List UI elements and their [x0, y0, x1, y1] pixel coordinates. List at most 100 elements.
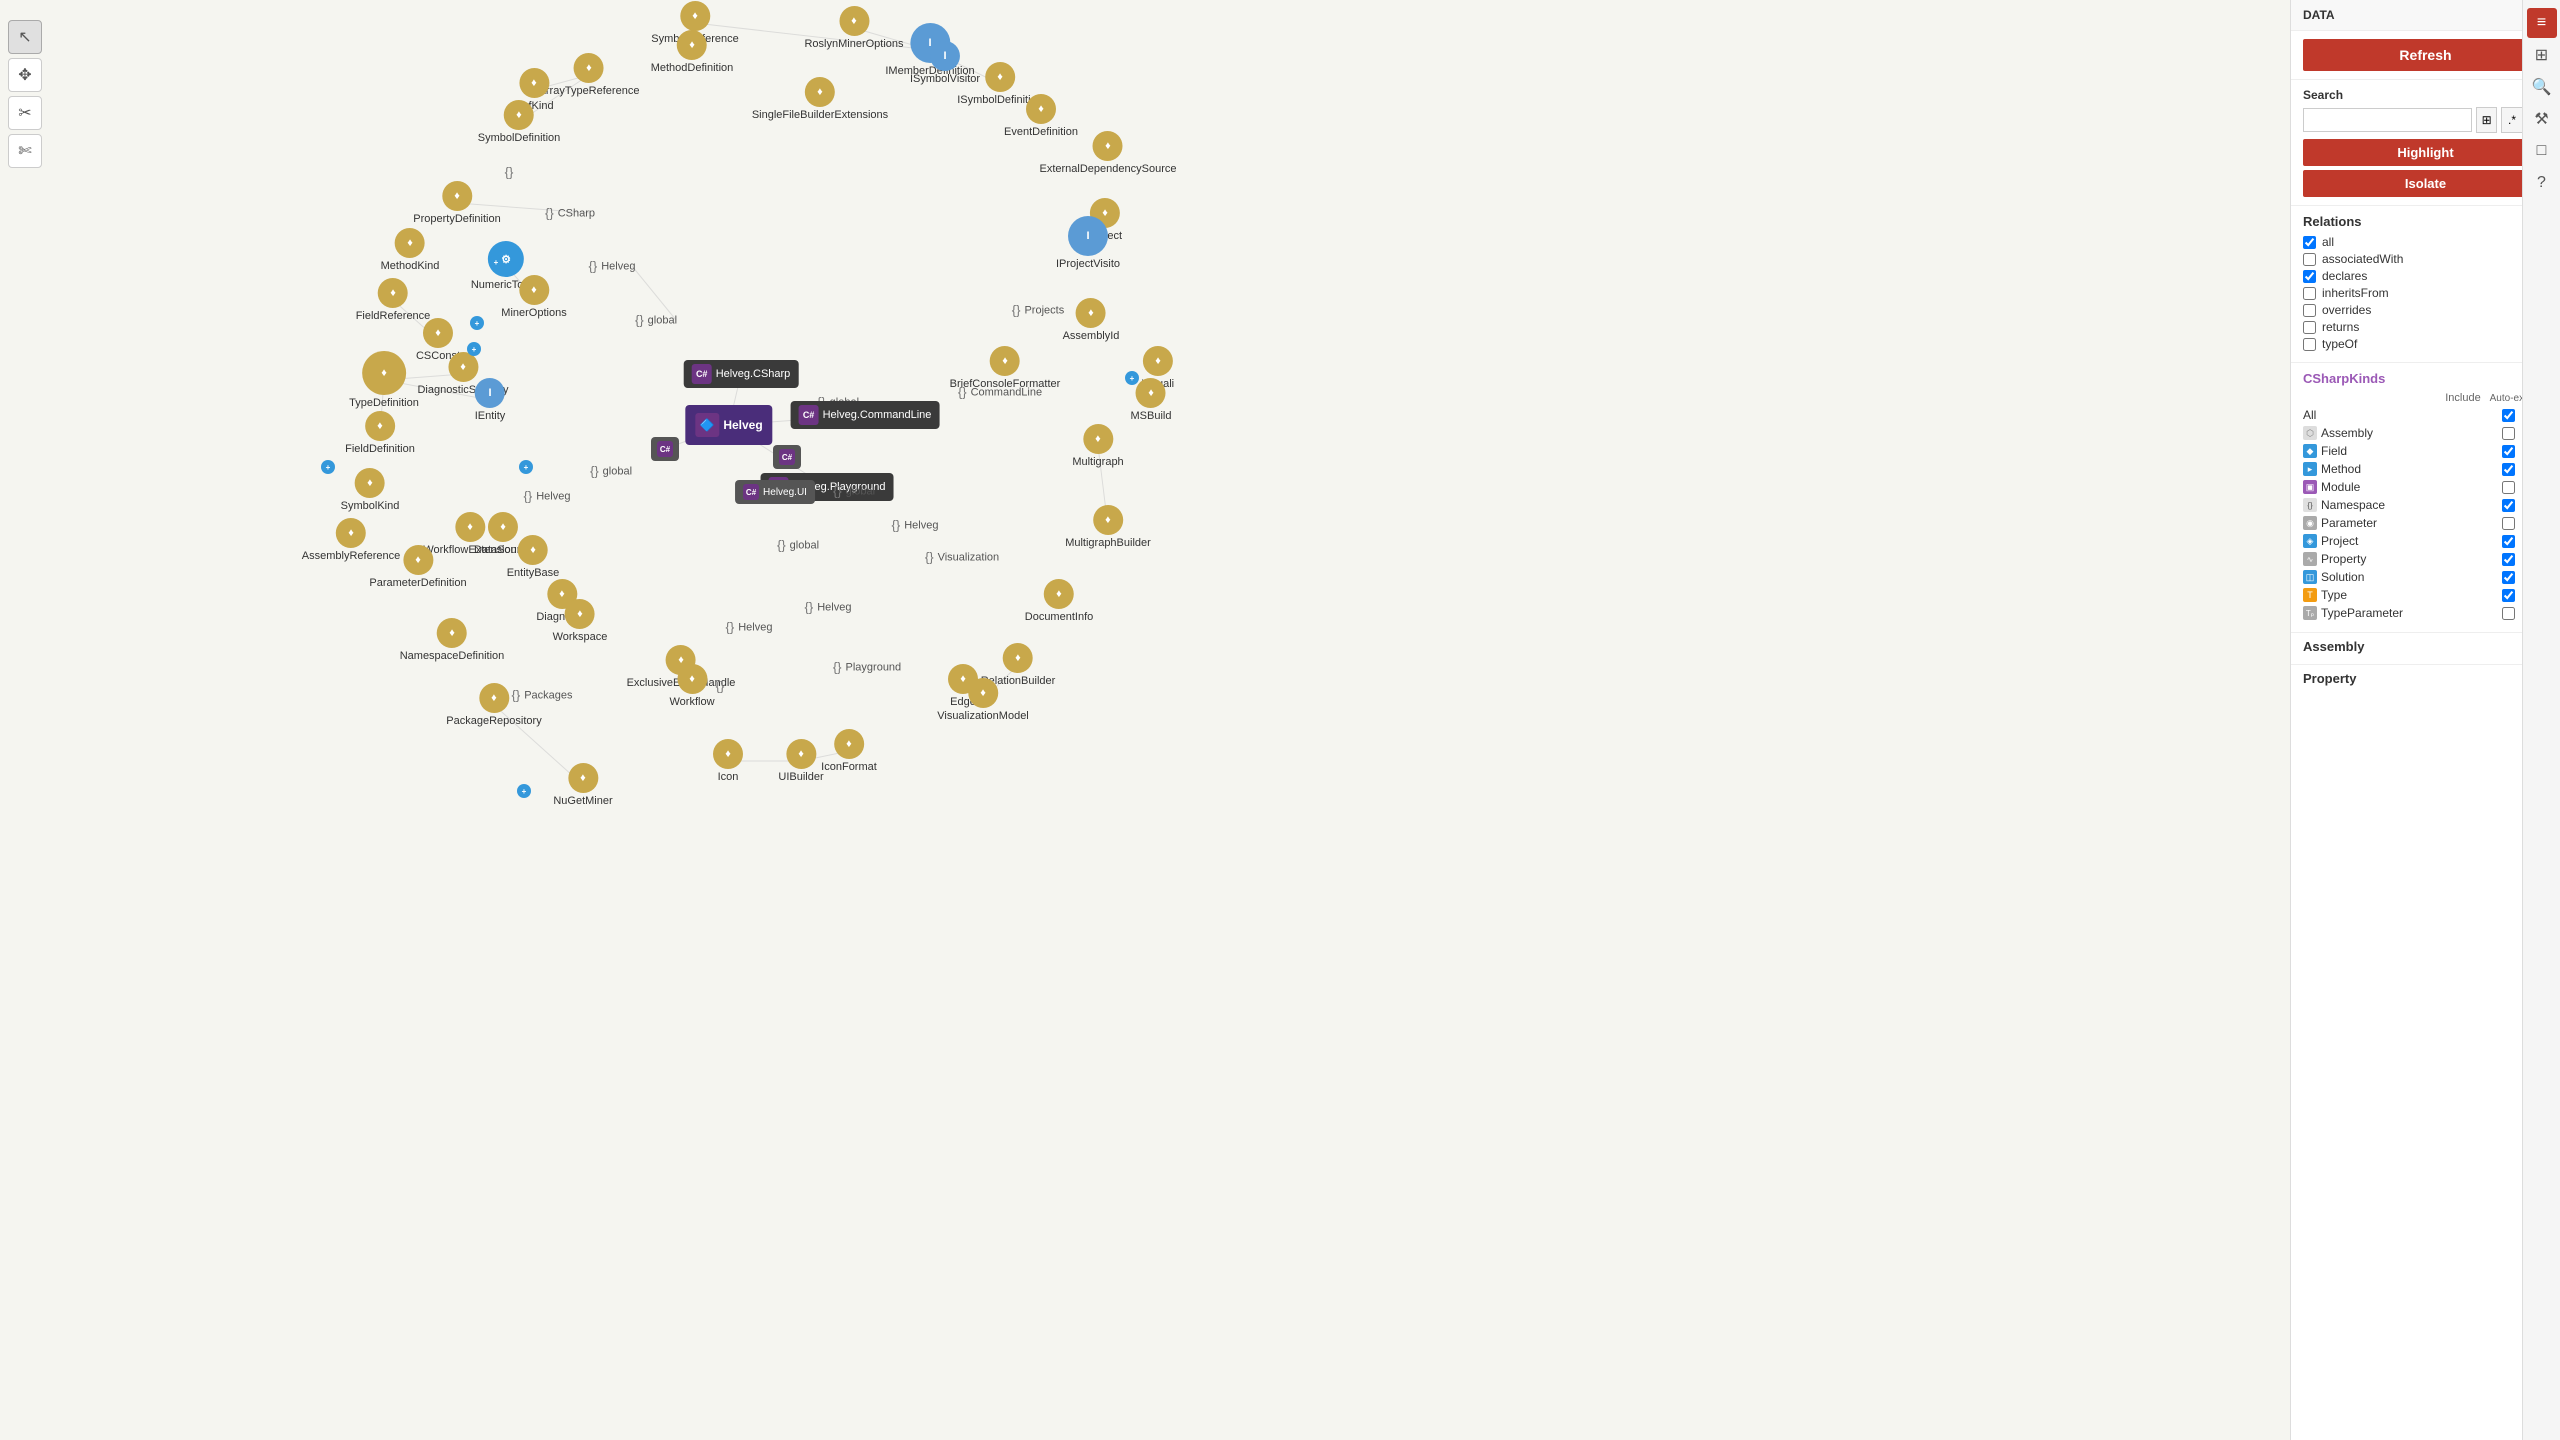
kind-parameter: ◉ Parameter — [2303, 516, 2548, 530]
node-field-reference[interactable]: ♦ FieldReference — [356, 278, 431, 322]
node-global-ns5[interactable]: {} global — [833, 484, 875, 499]
node-anon-ns[interactable]: {} — [505, 165, 514, 180]
move-tool[interactable]: ✥ — [8, 58, 42, 92]
node-multigraph[interactable]: ♦ Multigraph — [1072, 424, 1123, 468]
node-workspace[interactable]: ♦ Workspace — [553, 599, 608, 643]
strip-icon-help[interactable]: ? — [2527, 168, 2557, 198]
kind-property: ∿ Property — [2303, 552, 2548, 566]
node-helveg-commandline[interactable]: C# Helveg.CommandLine — [791, 401, 940, 429]
node-helveg-ns3[interactable]: {} Helveg — [892, 518, 939, 533]
strip-icon-graph[interactable]: ⊞ — [2527, 40, 2557, 70]
kind-module-include[interactable] — [2502, 481, 2515, 494]
node-csharp-sm1[interactable]: C# — [651, 437, 679, 461]
node-symbol-definition[interactable]: ♦ SymbolDefinition — [478, 100, 561, 144]
node-ientity[interactable]: I IEntity — [475, 378, 506, 422]
node-type-definition[interactable]: ♦ TypeDefinition — [349, 351, 419, 409]
kind-parameter-include[interactable] — [2502, 517, 2515, 530]
kind-project-include[interactable] — [2502, 535, 2515, 548]
node-projects-ns[interactable]: {} Projects — [1012, 303, 1064, 318]
cut-tool-2[interactable]: ✄ — [8, 134, 42, 168]
kind-assembly-include[interactable] — [2502, 427, 2515, 440]
node-helveg-ns1[interactable]: {} Helveg — [589, 259, 636, 274]
graph-canvas[interactable]: ↖ ✥ ✂ ✄ ♦ SymbolReference ♦ MethodDefini… — [0, 0, 2290, 1440]
highlight-button[interactable]: Highlight — [2303, 139, 2548, 166]
graph-nodes: ♦ SymbolReference ♦ MethodDefinition ♦ R… — [0, 0, 2290, 1440]
node-miner-options[interactable]: ♦ MinerOptions — [501, 275, 566, 319]
kind-property-include[interactable] — [2502, 553, 2515, 566]
relation-typeof-checkbox[interactable] — [2303, 338, 2316, 351]
relation-overrides-checkbox[interactable] — [2303, 304, 2316, 317]
kind-all-include[interactable] — [2502, 409, 2515, 422]
node-csharp-ns[interactable]: {} CSharp — [545, 206, 595, 221]
node-iproject-visitor[interactable]: I IProjectVisito — [1056, 216, 1120, 270]
node-parameter-definition[interactable]: ♦ ParameterDefinition — [369, 545, 466, 589]
node-symbol-kind[interactable]: ♦ SymbolKind — [341, 468, 400, 512]
strip-icon-settings[interactable]: ⚒ — [2527, 104, 2557, 134]
node-helveg-ns5[interactable]: {} Helveg — [726, 620, 773, 635]
node-property-definition[interactable]: ♦ PropertyDefinition — [413, 181, 500, 225]
kind-assembly: ⬡ Assembly — [2303, 426, 2548, 440]
node-namespace-definition[interactable]: ♦ NamespaceDefinition — [400, 618, 505, 662]
node-helveg-vs[interactable]: 🔷 Helveg — [685, 405, 772, 445]
property-title: Property — [2303, 671, 2548, 686]
search-icon-btn-1[interactable]: ⊞ — [2476, 107, 2497, 133]
refresh-button[interactable]: Refresh — [2303, 39, 2548, 71]
node-commandline-ns[interactable]: {} CommandLine — [958, 385, 1042, 400]
node-entity-base[interactable]: ♦ EntityBase — [507, 535, 560, 579]
node-package-repository[interactable]: ♦ PackageRepository — [446, 683, 541, 727]
isolate-button[interactable]: Isolate — [2303, 170, 2548, 197]
node-decorator-2: + — [470, 316, 484, 330]
node-ui-builder[interactable]: ♦ UIBuilder — [778, 739, 823, 783]
node-global-ns7[interactable]: {} — [716, 679, 725, 694]
search-icon-btn-2[interactable]: .* — [2501, 107, 2522, 133]
node-method-kind[interactable]: ♦ MethodKind — [381, 228, 440, 272]
search-row: ⊞ .* JS — [2303, 107, 2548, 133]
node-playground-ns[interactable]: {} Playground — [833, 660, 901, 675]
node-decorator-7: + — [517, 784, 531, 798]
kind-solution-include[interactable] — [2502, 571, 2515, 584]
node-visualization-ns[interactable]: {} Visualization — [925, 550, 999, 565]
relations-section: Relations all associatedWith declares in… — [2291, 206, 2560, 363]
kind-namespace-include[interactable] — [2502, 499, 2515, 512]
select-tool[interactable]: ↖ — [8, 20, 42, 54]
node-icon-format[interactable]: ♦ IconFormat — [821, 729, 877, 773]
kind-type: T Type — [2303, 588, 2548, 602]
node-array-type-reference[interactable]: ♦ ArrayTypeReference — [539, 53, 640, 97]
relation-inherits-checkbox[interactable] — [2303, 287, 2316, 300]
node-global-ns6[interactable]: {} global — [777, 538, 819, 553]
node-helveg-csharp[interactable]: C# Helveg.CSharp — [684, 360, 799, 388]
strip-icon-data[interactable]: ≡ — [2527, 8, 2557, 38]
node-method-definition[interactable]: ♦ MethodDefinition — [651, 30, 734, 74]
node-visualization-model[interactable]: ♦ VisualizationModel — [937, 678, 1029, 722]
node-brief-console-formatter[interactable]: ♦ BriefConsoleFormatter — [950, 346, 1061, 390]
node-multigraph-builder[interactable]: ♦ MultigraphBuilder — [1065, 505, 1151, 549]
relation-associated-checkbox[interactable] — [2303, 253, 2316, 266]
node-assembly-id[interactable]: ♦ AssemblyId — [1063, 298, 1120, 342]
kind-typeparam-include[interactable] — [2502, 607, 2515, 620]
relation-returns-checkbox[interactable] — [2303, 321, 2316, 334]
node-document-info[interactable]: ♦ DocumentInfo — [1025, 579, 1093, 623]
node-global-ns3[interactable]: {} global — [590, 464, 632, 479]
kind-type-include[interactable] — [2502, 589, 2515, 602]
relation-declares-checkbox[interactable] — [2303, 270, 2316, 283]
node-field-definition[interactable]: ♦ FieldDefinition — [345, 411, 415, 455]
kind-field-include[interactable] — [2502, 445, 2515, 458]
relation-all-checkbox[interactable] — [2303, 236, 2316, 249]
node-msbuild[interactable]: ♦ MSBuild — [1131, 378, 1172, 422]
node-csharp-sm2[interactable]: C# — [773, 445, 801, 469]
strip-icon-info[interactable]: □ — [2527, 136, 2557, 166]
node-helveg-ui[interactable]: C# Helveg.UI — [735, 480, 815, 504]
cut-tool-1[interactable]: ✂ — [8, 96, 42, 130]
node-global-ns1[interactable]: {} global — [635, 313, 677, 328]
node-external-dependency[interactable]: ♦ ExternalDependencySource — [1040, 131, 1177, 175]
kind-method-include[interactable] — [2502, 463, 2515, 476]
node-workflow[interactable]: ♦ Workflow — [669, 664, 714, 708]
node-icon[interactable]: ♦ Icon — [713, 739, 743, 783]
node-helveg-ns2[interactable]: {} Helveg — [524, 489, 571, 504]
node-helveg-ns4[interactable]: {} Helveg — [805, 600, 852, 615]
node-single-file-builder[interactable]: ♦ SingleFileBuilderExtensions — [752, 77, 888, 121]
strip-icon-search[interactable]: 🔍 — [2527, 72, 2557, 102]
node-nuget-miner[interactable]: ♦ NuGetMiner — [553, 763, 612, 807]
relation-all: all — [2303, 235, 2548, 249]
search-input[interactable] — [2303, 108, 2472, 132]
